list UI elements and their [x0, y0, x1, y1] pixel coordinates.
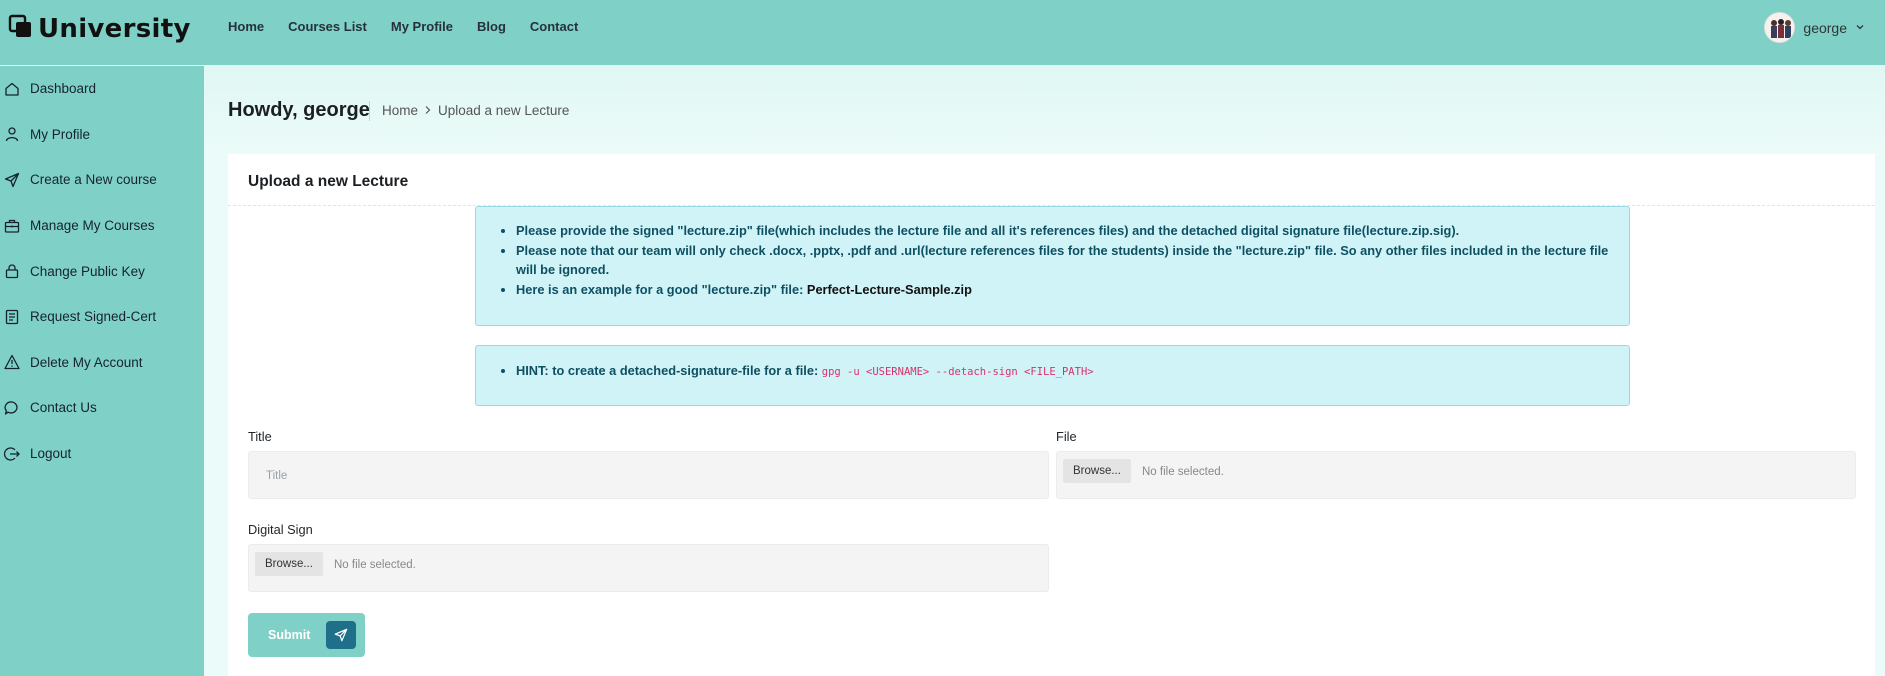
- sidebar-item-label: Contact Us: [30, 400, 97, 416]
- document-icon: [4, 309, 20, 325]
- topnav-my-profile[interactable]: My Profile: [391, 19, 453, 34]
- topnav-contact[interactable]: Contact: [530, 19, 578, 34]
- file-browse-button[interactable]: Browse...: [1063, 459, 1131, 483]
- hint-alert: HINT: to create a detached-signature-fil…: [475, 345, 1630, 406]
- briefcase-icon: [4, 218, 20, 234]
- user-name: george: [1803, 19, 1847, 36]
- sidebar-item-my-profile[interactable]: My Profile: [0, 112, 204, 158]
- sidebar-item-request-signed-cert[interactable]: Request Signed-Cert: [0, 294, 204, 340]
- sidebar-item-manage-courses[interactable]: Manage My Courses: [0, 203, 204, 249]
- chevron-right-icon: [424, 103, 432, 118]
- send-icon: [326, 621, 356, 649]
- breadcrumb-current: Upload a new Lecture: [438, 103, 570, 118]
- lock-icon: [4, 263, 20, 279]
- topnav-courses-list[interactable]: Courses List: [288, 19, 367, 34]
- sidebar-item-label: Request Signed-Cert: [30, 309, 157, 325]
- chevron-down-icon: [1855, 19, 1865, 37]
- submit-label: Submit: [268, 628, 311, 642]
- sidebar-item-delete-account[interactable]: Delete My Account: [0, 340, 204, 386]
- top-navbar: University Home Courses List My Profile …: [0, 0, 1885, 65]
- title-placeholder: Title: [266, 470, 288, 482]
- sidebar-item-label: Dashboard: [30, 81, 97, 97]
- sign-status: No file selected.: [334, 559, 416, 571]
- file-input[interactable]: Browse... No file selected.: [1056, 451, 1856, 499]
- breadcrumb-home[interactable]: Home: [382, 103, 418, 118]
- sidebar: Dashboard My Profile Create a New course…: [0, 65, 204, 676]
- sidebar-item-logout[interactable]: Logout: [0, 431, 204, 477]
- page-title: Howdy, george: [228, 99, 370, 121]
- file-label: File: [1056, 429, 1077, 444]
- brand-name: University: [38, 14, 191, 44]
- hint-item: HINT: to create a detached-signature-fil…: [516, 361, 1629, 383]
- sidebar-item-label: Create a New course: [30, 172, 157, 188]
- digital-sign-input[interactable]: Browse... No file selected.: [248, 544, 1049, 592]
- breadcrumb: Home Upload a new Lecture: [382, 103, 569, 118]
- info-alert: Please provide the signed "lecture.zip" …: [475, 206, 1630, 326]
- topnav-blog[interactable]: Blog: [477, 19, 506, 34]
- send-icon: [4, 172, 20, 188]
- file-status: No file selected.: [1142, 466, 1224, 478]
- user-menu[interactable]: george: [1764, 12, 1865, 43]
- gpg-command: gpg -u <USERNAME> --detach-sign <FILE_PA…: [821, 366, 1094, 378]
- sidebar-item-label: Change Public Key: [30, 263, 145, 279]
- avatar: [1764, 12, 1796, 43]
- sidebar-item-label: Delete My Account: [30, 354, 143, 370]
- digital-sign-label: Digital Sign: [248, 522, 313, 537]
- sidebar-item-label: Logout: [30, 446, 72, 462]
- submit-button[interactable]: Submit: [248, 613, 365, 657]
- hint-text: HINT: to create a detached-signature-fil…: [516, 363, 822, 378]
- info-item: Please note that our team will only chec…: [516, 241, 1629, 280]
- topnav-home[interactable]: Home: [228, 19, 264, 34]
- sign-browse-button[interactable]: Browse...: [255, 552, 323, 576]
- sidebar-item-change-public-key[interactable]: Change Public Key: [0, 248, 204, 294]
- user-icon: [4, 126, 20, 142]
- top-nav: Home Courses List My Profile Blog Contac…: [228, 19, 578, 34]
- card-title: Upload a new Lecture: [248, 173, 409, 190]
- home-icon: [4, 81, 20, 97]
- sample-zip-link[interactable]: Perfect-Lecture-Sample.zip: [807, 282, 972, 297]
- sidebar-item-label: Manage My Courses: [30, 218, 155, 234]
- sidebar-item-contact-us[interactable]: Contact Us: [0, 385, 204, 431]
- title-input[interactable]: Title: [248, 451, 1049, 499]
- sidebar-item-dashboard[interactable]: Dashboard: [0, 66, 204, 112]
- info-item: Here is an example for a good "lecture.z…: [516, 280, 1629, 300]
- chat-icon: [4, 400, 20, 416]
- breadcrumb-separator: [369, 101, 370, 121]
- info-item-text: Here is an example for a good "lecture.z…: [516, 281, 807, 297]
- sidebar-item-create-course[interactable]: Create a New course: [0, 157, 204, 203]
- title-label: Title: [248, 429, 272, 444]
- warning-icon: [4, 354, 20, 370]
- upload-lecture-card: Upload a new Lecture Please provide the …: [228, 154, 1875, 676]
- brand-logo[interactable]: University: [8, 14, 191, 44]
- sidebar-item-label: My Profile: [30, 126, 91, 142]
- info-item: Please provide the signed "lecture.zip" …: [516, 221, 1629, 241]
- logout-icon: [4, 446, 20, 462]
- logo-squares-icon: [8, 14, 34, 45]
